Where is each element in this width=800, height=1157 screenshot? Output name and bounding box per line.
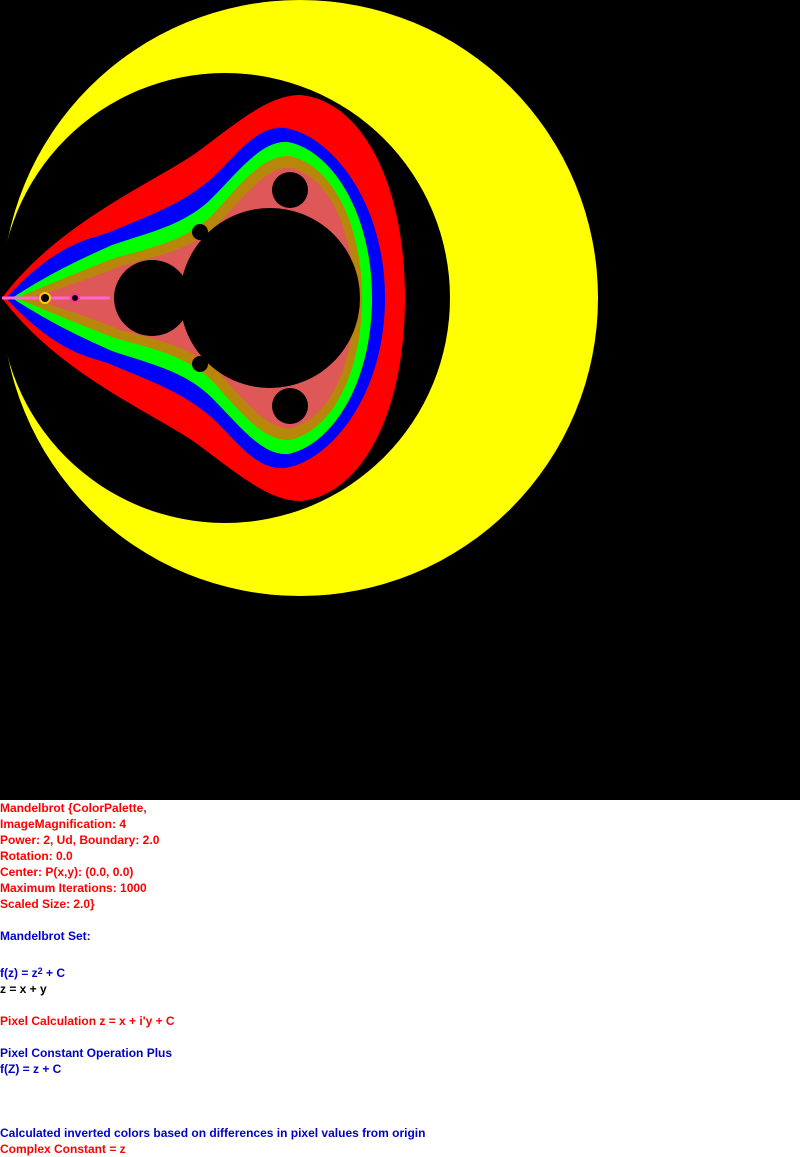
complex-constant: Complex Constant = z	[0, 1142, 126, 1156]
formula-rhs: + C	[42, 966, 66, 980]
formula-line: f(z) = z2 + C	[0, 965, 65, 982]
param-line-6: Maximum Iterations: 1000	[0, 881, 147, 895]
param-line-2: ImageMagnification: 4	[0, 817, 127, 831]
param-line-5: Center: P(x,y): (0.0, 0.0)	[0, 865, 134, 879]
inverted-colors-note: Calculated inverted colors based on diff…	[0, 1126, 426, 1140]
set-title: Mandelbrot Set:	[0, 929, 91, 943]
param-line-4: Rotation: 0.0	[0, 849, 73, 863]
pixel-constant-operation: Pixel Constant Operation Plus	[0, 1046, 173, 1060]
pixel-calculation: Pixel Calculation z = x + i'y + C	[0, 1014, 175, 1028]
z-definition: z = x + y	[0, 982, 47, 996]
param-line-3: Power: 2, Ud, Boundary: 2.0	[0, 833, 160, 847]
info-panel: Mandelbrot {ColorPalette, ImageMagnifica…	[0, 800, 800, 1157]
left-bulb	[114, 260, 190, 336]
fz-formula: f(Z) = z + C	[0, 1062, 62, 1076]
param-line-7: Scaled Size: 2.0}	[0, 897, 95, 911]
fractal-image	[0, 0, 800, 800]
formula-lhs: f(z) = z	[0, 966, 38, 980]
param-line-1: Mandelbrot {ColorPalette,	[0, 801, 147, 815]
formula-exponent: 2	[37, 966, 43, 976]
